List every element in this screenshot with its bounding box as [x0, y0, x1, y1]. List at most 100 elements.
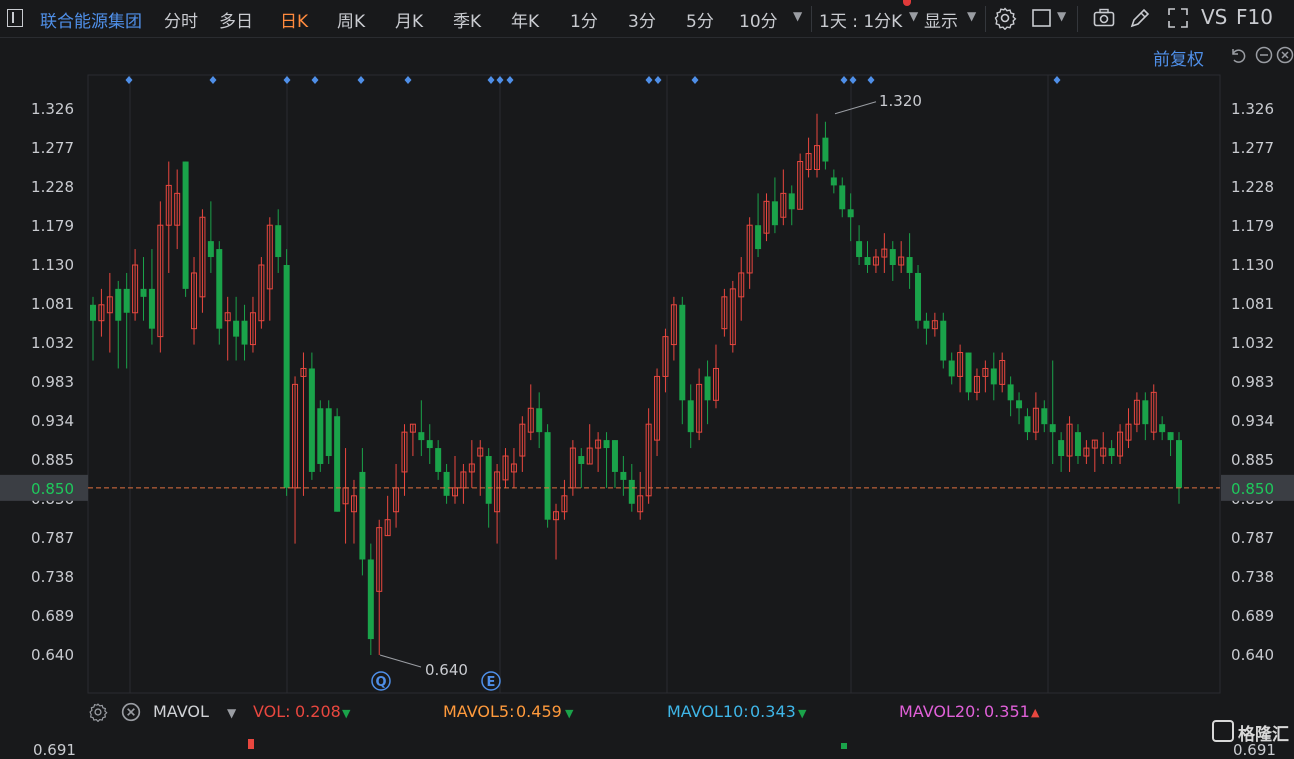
candle: [207, 201, 214, 273]
candle: [224, 296, 231, 361]
candle: [435, 440, 442, 480]
candle-body: [847, 209, 854, 218]
candle-body: [755, 225, 762, 250]
news-marker-icon[interactable]: [487, 76, 495, 84]
news-marker-icon[interactable]: [283, 76, 291, 84]
candle-body: [216, 249, 223, 329]
gear-icon[interactable]: [88, 702, 108, 722]
candle: [915, 265, 922, 329]
current-price-label: 0.850: [1231, 480, 1274, 498]
candle-body: [1142, 400, 1149, 425]
candle: [856, 225, 863, 265]
candlestick-chart[interactable]: 1.326 1.277 1.228 1.179 1.130 1.081 1.032 0.983…: [0, 0, 1294, 749]
mavol20-value: 0.351: [984, 702, 1030, 721]
y-axis-tick-left: 1.032: [31, 334, 74, 352]
candle: [814, 113, 820, 178]
news-marker-icon[interactable]: [506, 76, 514, 84]
candle: [864, 241, 871, 273]
candle: [140, 257, 147, 321]
current-price-label: 0.850: [31, 480, 74, 498]
candle: [729, 280, 736, 353]
mavol5-label: MAVOL5:: [443, 702, 515, 721]
y-axis-tick-right: 1.179: [1231, 217, 1274, 235]
y-axis-tick-right: 0.934: [1231, 412, 1274, 430]
candle: [536, 392, 543, 449]
y-axis-tick-right: 1.130: [1231, 256, 1274, 274]
candle: [199, 209, 206, 313]
indicator-name[interactable]: MAVOL: [153, 702, 209, 721]
candle: [308, 352, 315, 480]
remove-indicator-icon[interactable]: [121, 702, 141, 722]
candle-body: [418, 432, 425, 441]
candle: [1117, 424, 1124, 464]
news-marker-icon[interactable]: [311, 76, 319, 84]
candle: [1066, 416, 1073, 472]
candle-body: [864, 257, 871, 265]
news-marker-icon[interactable]: [840, 76, 848, 84]
candle-body: [334, 416, 341, 512]
candle: [586, 424, 593, 465]
y-axis-tick-left: 0.787: [31, 529, 74, 547]
candle: [443, 463, 450, 504]
candle: [182, 161, 189, 297]
news-marker-icon[interactable]: [1053, 76, 1061, 84]
candle: [788, 185, 795, 226]
candle: [409, 423, 416, 457]
candle: [990, 352, 997, 401]
candle: [1091, 439, 1098, 472]
event-marker[interactable]: E: [481, 671, 501, 691]
news-marker-icon[interactable]: [357, 76, 365, 84]
candle: [1100, 432, 1107, 464]
candle-body: [207, 241, 214, 258]
candle: [822, 121, 829, 170]
candle: [578, 448, 585, 488]
candle-body: [317, 408, 324, 464]
candle: [611, 440, 618, 488]
candle-body: [611, 440, 618, 472]
candle-body: [359, 471, 366, 560]
candle: [106, 272, 113, 353]
candle: [704, 360, 711, 425]
y-axis-tick-left: 1.277: [31, 139, 74, 157]
y-axis-tick-left: 0.983: [31, 373, 74, 391]
indicator-chevron-icon[interactable]: ▼: [227, 706, 236, 720]
candle: [696, 368, 703, 441]
candle-body: [940, 320, 947, 361]
candle-body: [90, 304, 96, 321]
candle-body: [536, 408, 543, 433]
news-marker-icon[interactable]: [404, 76, 412, 84]
candle-body: [628, 479, 635, 504]
candle-body: [1016, 400, 1023, 409]
news-marker-icon[interactable]: [209, 76, 217, 84]
candle: [1125, 408, 1132, 449]
candle: [839, 177, 846, 218]
event-marker[interactable]: Q: [371, 671, 391, 691]
candle-body: [148, 288, 155, 329]
candle: [426, 424, 433, 464]
news-marker-icon[interactable]: [496, 76, 504, 84]
candle-body: [889, 249, 896, 265]
news-marker-icon[interactable]: [691, 76, 699, 84]
candle-body: [544, 432, 551, 520]
candle: [805, 137, 812, 178]
candle: [132, 249, 139, 321]
news-marker-icon[interactable]: [654, 76, 662, 84]
candle-body: [325, 408, 332, 457]
candle: [384, 495, 391, 537]
candle: [1007, 376, 1014, 417]
down-arrow-icon: ▼: [798, 707, 807, 720]
news-marker-icon[interactable]: [125, 76, 133, 84]
candle: [1074, 424, 1081, 464]
candle-body: [839, 185, 846, 210]
y-axis-tick-left: 1.228: [31, 178, 74, 196]
news-marker-icon[interactable]: [645, 76, 653, 84]
candle: [502, 448, 509, 488]
candle-body: [485, 456, 492, 504]
candle: [687, 384, 694, 449]
y-axis-tick-left: 1.130: [31, 256, 74, 274]
candle-body: [704, 376, 711, 401]
news-marker-icon[interactable]: [867, 76, 875, 84]
candle: [359, 448, 366, 576]
candle-body: [1024, 416, 1031, 433]
candle: [755, 193, 762, 258]
